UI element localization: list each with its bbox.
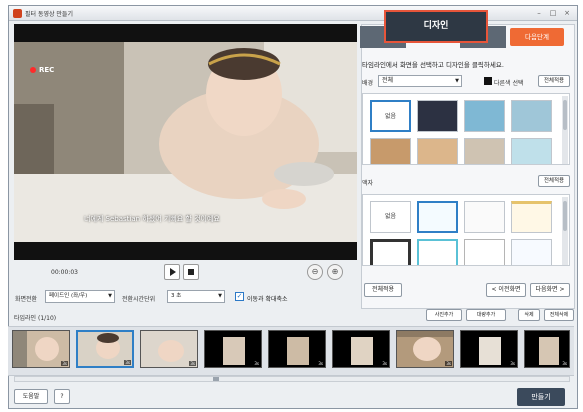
play-icon xyxy=(170,268,176,276)
background-select[interactable]: 전체 ▼ xyxy=(378,75,462,87)
background-scrollbar[interactable] xyxy=(562,96,568,164)
timeline-clip[interactable]: 3s xyxy=(204,330,262,368)
zoom-in-button[interactable]: ⊕ xyxy=(327,264,343,280)
check-icon: ✓ xyxy=(236,292,243,300)
apply-all-background-button[interactable]: 전체적용 xyxy=(538,75,570,87)
timeline-clip[interactable]: 3s xyxy=(76,330,134,368)
next-screen-button[interactable]: 다음화면 > xyxy=(530,283,570,297)
frame-scrollbar[interactable] xyxy=(562,197,568,265)
frame-option[interactable] xyxy=(417,239,458,265)
frame-option[interactable] xyxy=(511,201,552,233)
timeline-scrollbar[interactable] xyxy=(14,376,570,382)
minimize-button[interactable]: – xyxy=(533,8,545,18)
timeline-clip[interactable]: 3s xyxy=(396,330,454,368)
background-option[interactable] xyxy=(511,100,552,132)
apply-all-button[interactable]: 전체적용 xyxy=(364,283,402,297)
stop-icon xyxy=(188,269,194,275)
timeline-clip[interactable]: 3s xyxy=(524,330,570,368)
help-button[interactable]: 도움말 xyxy=(14,389,48,404)
zoom-out-button[interactable]: ⊖ xyxy=(307,264,323,280)
transition-select[interactable]: 페이드인 (좌/우) ▼ xyxy=(45,290,115,303)
frame-option[interactable] xyxy=(464,201,505,233)
rec-dot-icon xyxy=(30,67,36,73)
stop-button[interactable] xyxy=(183,264,199,280)
transition-label: 화면전환 xyxy=(15,296,38,303)
duration-label: 전환시간단위 xyxy=(122,296,156,303)
timeline-label: 타임라인 (1/10) xyxy=(14,315,57,322)
delete-button[interactable]: 삭제 xyxy=(518,309,540,321)
close-button[interactable]: × xyxy=(561,8,573,18)
timeline-clip[interactable]: 3s xyxy=(460,330,518,368)
background-none[interactable]: 없음 xyxy=(370,100,411,132)
timeline-clip[interactable]: 3s xyxy=(140,330,198,368)
rec-indicator: REC xyxy=(30,66,54,74)
frame-option[interactable] xyxy=(417,201,458,233)
frame-option[interactable] xyxy=(511,239,552,265)
apply-all-frame-button[interactable]: 전체적용 xyxy=(538,175,570,187)
make-button[interactable]: 만들기 xyxy=(517,388,565,406)
design-instruction: 타임라인에서 화면을 선택하고 디자인을 클릭하세요. xyxy=(362,61,504,69)
play-button[interactable] xyxy=(164,264,180,280)
frame-option[interactable] xyxy=(370,239,411,265)
background-option[interactable] xyxy=(464,100,505,132)
chevron-down-icon: ▼ xyxy=(108,293,112,299)
frame-grid: 없음 xyxy=(362,194,570,266)
maximize-button[interactable]: □ xyxy=(547,8,559,18)
color-swatch[interactable] xyxy=(484,77,492,85)
duration-select[interactable]: 3 초 ▼ xyxy=(167,290,225,303)
background-option[interactable] xyxy=(464,138,505,164)
add-photo-button[interactable]: 사진추가 xyxy=(426,309,462,321)
background-option[interactable] xyxy=(417,100,458,132)
background-option[interactable] xyxy=(370,138,411,164)
prev-screen-button[interactable]: < 이전화면 xyxy=(486,283,526,297)
zoom-out-icon: ⊖ xyxy=(311,267,319,276)
next-step-button[interactable]: 다음단계 xyxy=(510,28,564,46)
scrollbar-thumb[interactable] xyxy=(563,100,567,130)
background-label: 배경 xyxy=(362,80,374,87)
timeline-clip[interactable]: 3s xyxy=(332,330,390,368)
background-grid: 없음 xyxy=(362,93,570,165)
chevron-down-icon: ▼ xyxy=(455,78,459,84)
frame-option[interactable] xyxy=(464,239,505,265)
zoom-in-icon: ⊕ xyxy=(331,267,339,276)
other-color-label: 다른색 선택 xyxy=(494,80,524,87)
delete-all-button[interactable]: 전체삭제 xyxy=(544,309,574,321)
timeline-clip[interactable]: 3s xyxy=(12,330,70,368)
video-preview[interactable]: REC 너에게 Sebastian 하셨어 기뻐요 할 것이예요 xyxy=(14,24,357,260)
scrollbar-thumb[interactable] xyxy=(563,201,567,231)
app-icon xyxy=(13,9,22,18)
title-bar: 필터 동영상 만들기 – □ × xyxy=(9,6,577,21)
background-option[interactable] xyxy=(511,138,552,164)
frame-label: 액자 xyxy=(362,180,374,187)
scrollbar-thumb[interactable] xyxy=(213,377,219,381)
background-option[interactable] xyxy=(417,138,458,164)
timeline-clip[interactable]: 3s xyxy=(268,330,326,368)
chevron-down-icon: ▼ xyxy=(218,293,222,299)
pan-zoom-checkbox[interactable]: ✓ xyxy=(235,292,244,301)
window-title: 필터 동영상 만들기 xyxy=(25,11,73,18)
pan-zoom-label: 이동과 확대축소 xyxy=(247,296,288,303)
bulk-add-button[interactable]: 대량추가 xyxy=(466,309,506,321)
playback-time: 00:00:03 xyxy=(51,269,78,276)
preview-subtitle: 너에게 Sebastian 하셨어 기뻐요 할 것이예요 xyxy=(84,215,220,223)
question-button[interactable]: ? xyxy=(54,389,70,404)
preview-photo xyxy=(14,24,357,260)
tab-design[interactable]: 디자인 xyxy=(384,10,488,43)
frame-none[interactable]: 없음 xyxy=(370,201,411,233)
